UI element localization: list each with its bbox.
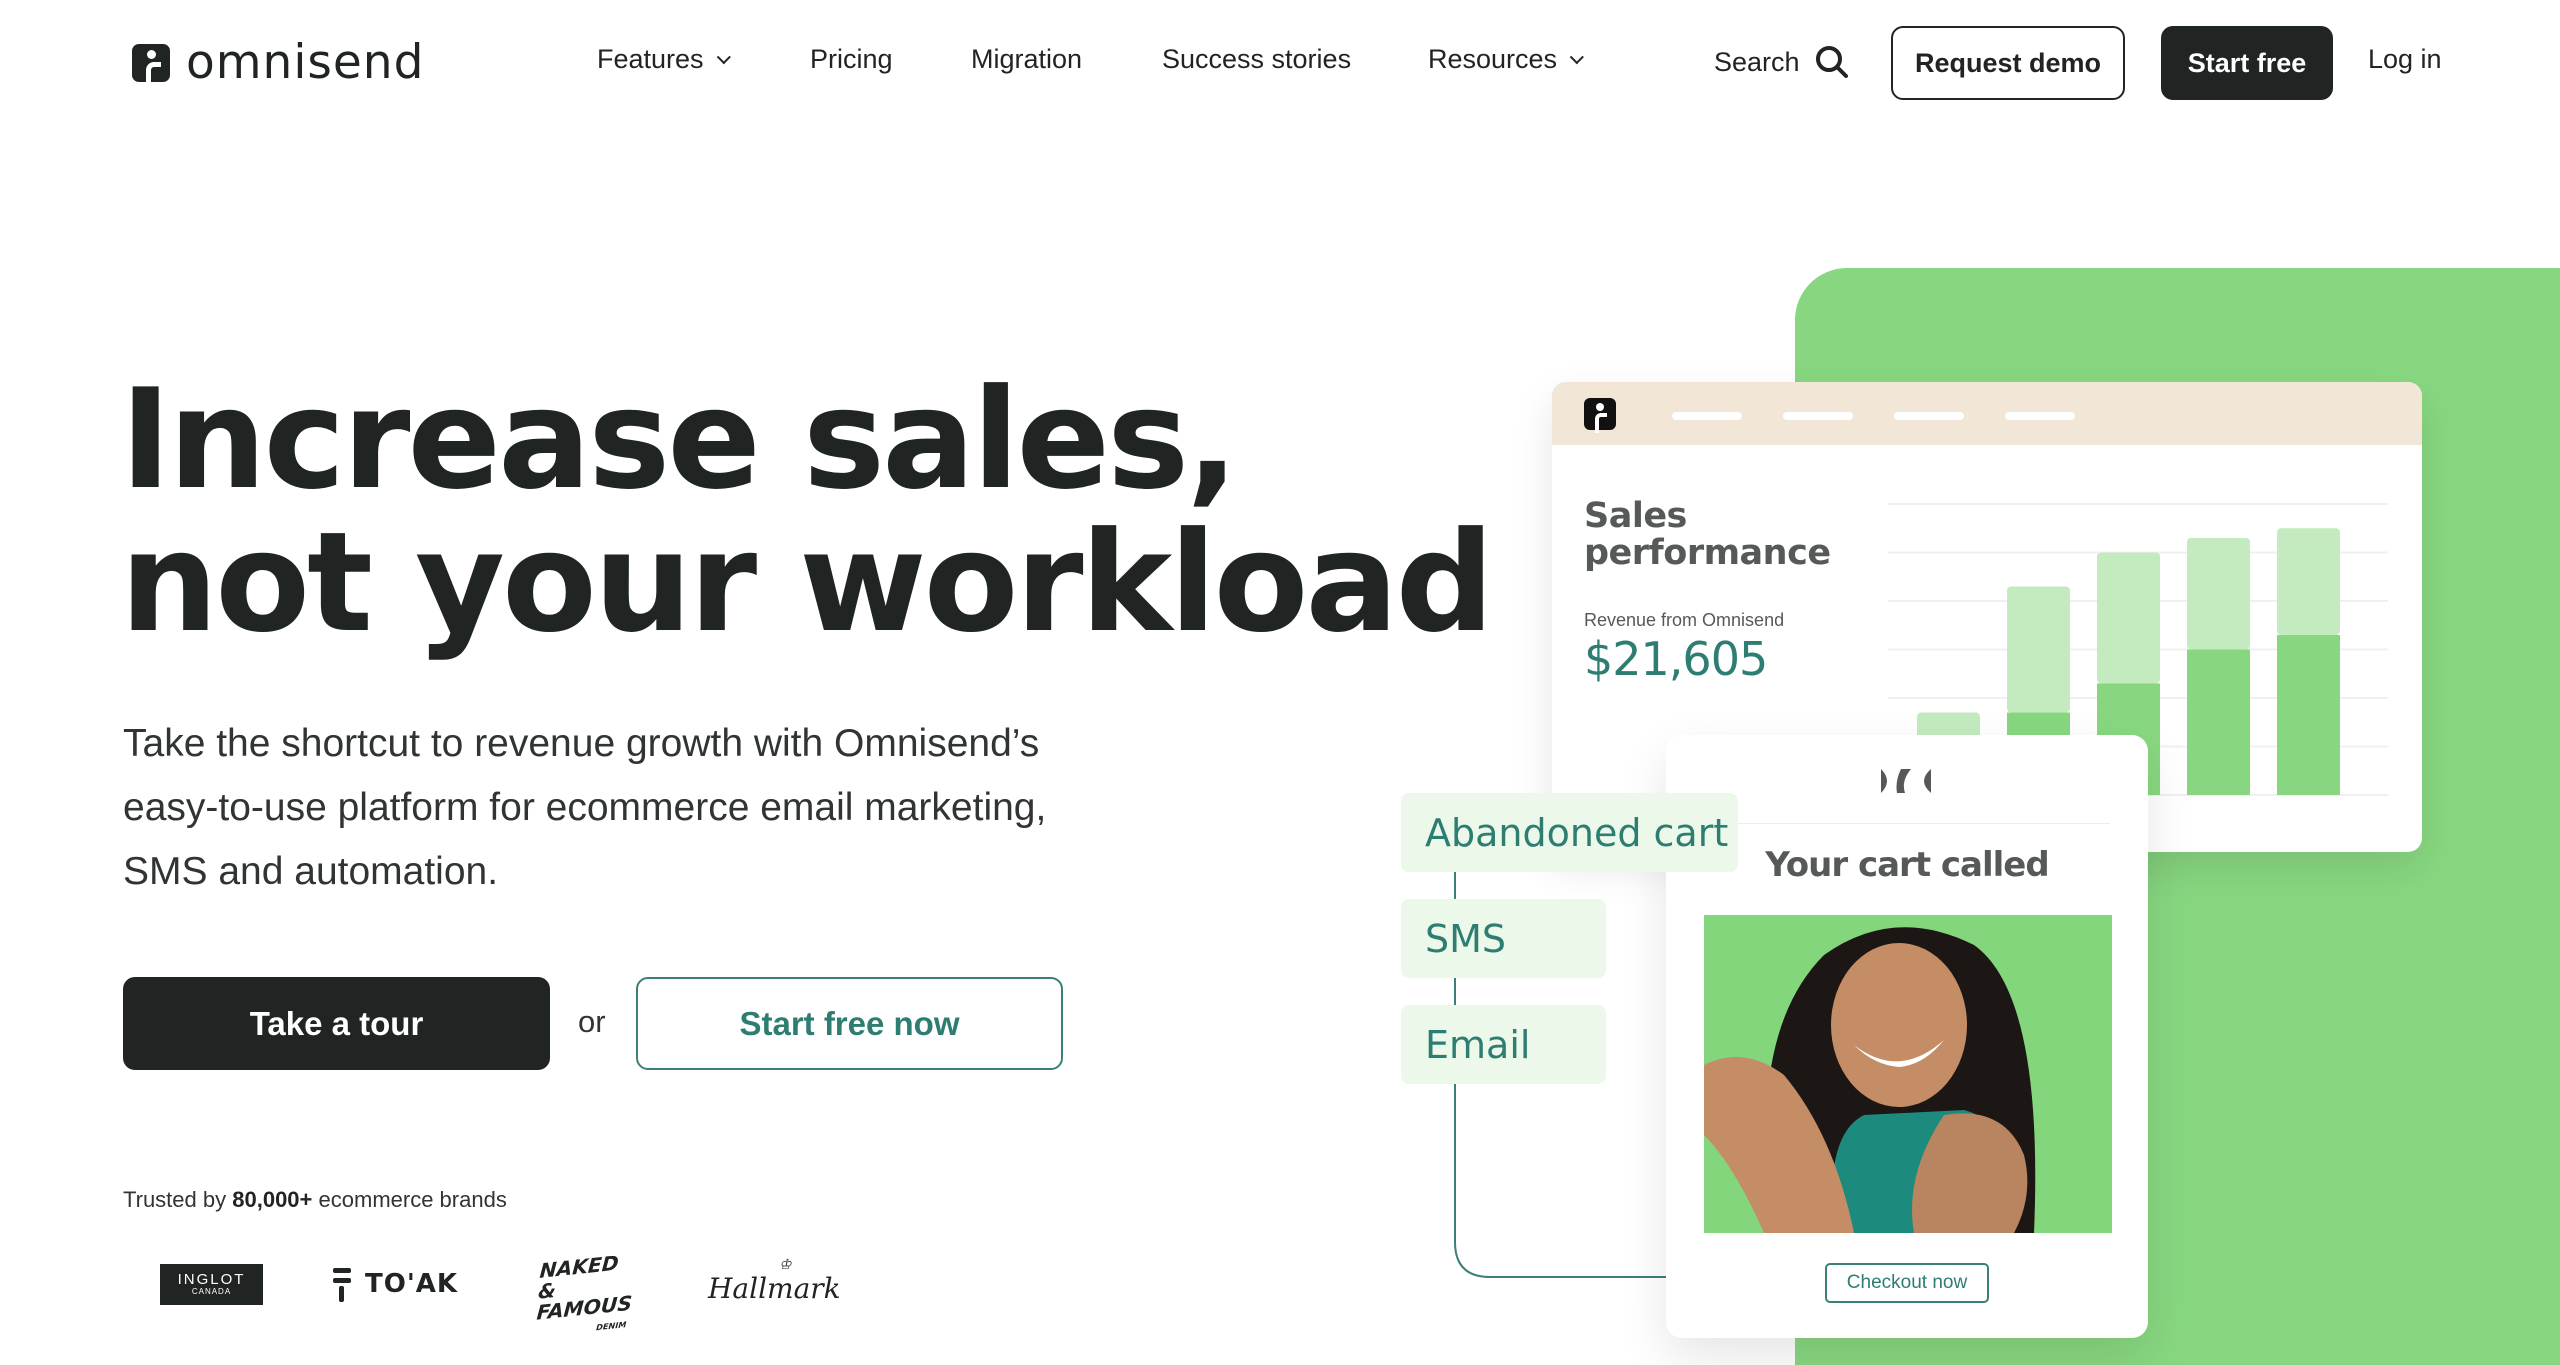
email-preview-card: Your cart called Checkout now bbox=[1666, 735, 2148, 1338]
email-divider bbox=[1704, 823, 2110, 824]
placeholder-pill bbox=[1894, 412, 1964, 420]
toak-glyph-icon bbox=[331, 1266, 353, 1302]
nav-item-resources[interactable]: Resources bbox=[1428, 44, 1584, 75]
sales-title-line-1: Sales bbox=[1584, 496, 1687, 536]
checkout-now-button[interactable]: Checkout now bbox=[1825, 1263, 1989, 1303]
or-separator: or bbox=[578, 1004, 606, 1039]
chevron-down-icon bbox=[716, 49, 731, 64]
revenue-value: $21,605 bbox=[1584, 632, 1768, 686]
chevron-down-icon bbox=[1569, 49, 1584, 64]
placeholder-pill bbox=[1672, 412, 1742, 420]
nav-item-label: Features bbox=[597, 44, 704, 74]
brand-name: NAKED & FAMOUS bbox=[535, 1250, 633, 1325]
hero-subtext: Take the shortcut to revenue growth with… bbox=[123, 722, 1047, 893]
inglot-logo: INGLOT CANADA bbox=[160, 1264, 263, 1305]
request-demo-button[interactable]: Request demo bbox=[1891, 26, 2125, 100]
naked-famous-logo: NAKED & FAMOUS DENIM bbox=[534, 1250, 633, 1345]
chart-bar-other-5 bbox=[2277, 528, 2340, 635]
sales-title-line-2: performance bbox=[1584, 533, 1831, 573]
nav-item-migration[interactable]: Migration bbox=[971, 44, 1082, 75]
nav-item-pricing[interactable]: Pricing bbox=[810, 44, 893, 75]
nav-item-label: Migration bbox=[971, 44, 1083, 74]
model-photo bbox=[1704, 915, 2112, 1233]
workflow-tag-email: Email bbox=[1401, 1005, 1606, 1084]
nav-item-label: Success stories bbox=[1162, 44, 1352, 74]
nav-item-label: Pricing bbox=[810, 44, 893, 74]
top-navigation: omnisend Features Pricing Migration Succ… bbox=[0, 0, 2560, 125]
omnisend-logo[interactable]: omnisend bbox=[132, 35, 425, 90]
email-title: Your cart called bbox=[1765, 845, 2049, 885]
revenue-label: Revenue from Omnisend bbox=[1584, 610, 1785, 630]
brand-name: TO'AK bbox=[365, 1269, 459, 1299]
toak-logo: TO'AK bbox=[331, 1266, 458, 1302]
search-button[interactable]: Search bbox=[1714, 44, 1850, 80]
brand-name: INGLOT bbox=[177, 1270, 246, 1288]
logo-text: omnisend bbox=[186, 35, 425, 90]
omnisend-logo-icon bbox=[1584, 398, 1616, 433]
hallmark-logo: ♔ Hallmark bbox=[708, 1258, 841, 1305]
workflow-tag-abandoned-cart: Abandoned cart bbox=[1401, 793, 1738, 872]
search-icon bbox=[1815, 46, 1848, 78]
store-brand-icon bbox=[1881, 769, 1931, 793]
brand-sub: CANADA bbox=[191, 1287, 232, 1297]
headline-line-1: Increase sales, bbox=[120, 359, 1239, 520]
nav-item-success-stories[interactable]: Success stories bbox=[1162, 44, 1351, 75]
card-header-bar bbox=[1552, 382, 2422, 445]
crown-icon: ♔ bbox=[779, 1257, 792, 1273]
nav-item-features[interactable]: Features bbox=[597, 44, 731, 75]
chart-bar-omnisend-5 bbox=[2277, 634, 2340, 795]
hero-headline: Increase sales, not your workload bbox=[120, 359, 1494, 663]
brand-name: Hallmark bbox=[708, 1272, 841, 1305]
smiling-woman-illustration bbox=[1704, 915, 2112, 1233]
trusted-count: 80,000+ bbox=[232, 1187, 313, 1212]
headline-line-2: not your workload bbox=[120, 502, 1494, 663]
trusted-by-text: Trusted by 80,000+ ecommerce brands bbox=[123, 1187, 507, 1213]
chart-bar-other-3 bbox=[2097, 552, 2160, 684]
workflow-tag-sms: SMS bbox=[1401, 899, 1606, 978]
sales-title: Sales performance bbox=[1584, 498, 1831, 572]
chart-bar-other-2 bbox=[2007, 586, 2070, 713]
start-free-now-button[interactable]: Start free now bbox=[636, 977, 1063, 1070]
omnisend-logo-icon bbox=[132, 43, 170, 87]
search-label: Search bbox=[1714, 46, 1800, 77]
chart-bar-omnisend-4 bbox=[2187, 649, 2250, 795]
placeholder-pill bbox=[2005, 412, 2075, 420]
brand-sub: DENIM bbox=[595, 1320, 627, 1333]
placeholder-pill bbox=[1783, 412, 1853, 420]
trusted-prefix: Trusted by bbox=[123, 1187, 227, 1212]
start-free-button[interactable]: Start free bbox=[2161, 26, 2333, 100]
chart-bar-other-4 bbox=[2187, 537, 2250, 650]
trusted-suffix: ecommerce brands bbox=[318, 1187, 507, 1212]
login-link[interactable]: Log in bbox=[2368, 44, 2442, 75]
nav-item-label: Resources bbox=[1428, 44, 1558, 74]
take-a-tour-button[interactable]: Take a tour bbox=[123, 977, 550, 1070]
